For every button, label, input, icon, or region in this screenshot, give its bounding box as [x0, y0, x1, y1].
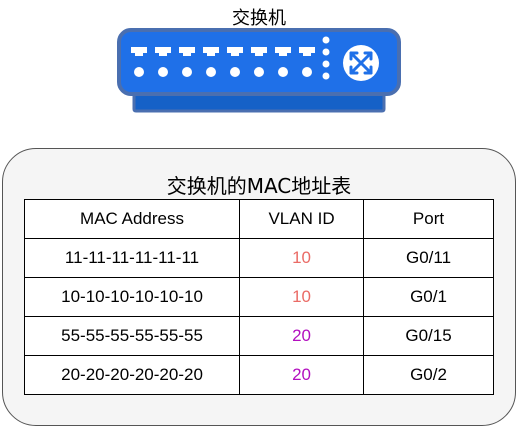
port-cell: G0/1 [363, 277, 494, 317]
switch-led-icon [158, 67, 168, 77]
switch-status-dot [322, 60, 330, 68]
mac-address-cell: 55-55-55-55-55-55 [23, 316, 241, 356]
switch-led-icon [230, 67, 240, 77]
port-cell: G0/15 [363, 316, 494, 356]
mac-address-cell: 11-11-11-11-11-11 [23, 238, 241, 278]
table-row: 10-10-10-10-10-10 10 G0/1 [23, 277, 494, 317]
mac-address-cell: 10-10-10-10-10-10 [23, 277, 241, 317]
switch-led-icon [134, 67, 144, 77]
switch-led-icon [254, 67, 264, 77]
switch-status-dot [322, 48, 330, 56]
header-mac-address: MAC Address [23, 199, 241, 239]
mac-address-table: MAC Address VLAN ID Port 11-11-11-11-11-… [23, 199, 494, 395]
vlan-id-cell: 20 [239, 316, 365, 356]
vlan-id-cell: 20 [239, 355, 365, 395]
port-cell: G0/2 [363, 355, 494, 395]
vlan-id-cell: 10 [239, 277, 365, 317]
port-cell: G0/11 [363, 238, 494, 278]
header-port: Port [363, 199, 494, 239]
table-header-row: MAC Address VLAN ID Port [23, 199, 494, 239]
table-row: 55-55-55-55-55-55 20 G0/15 [23, 316, 494, 356]
mac-address-cell: 20-20-20-20-20-20 [23, 355, 241, 395]
switch-led-icon [182, 67, 192, 77]
header-vlan-id: VLAN ID [239, 199, 365, 239]
mac-table-title: 交换机的MAC地址表 [166, 174, 352, 198]
switch-led-icon [302, 67, 312, 77]
switch-led-icon [206, 67, 216, 77]
table-row: 11-11-11-11-11-11 10 G0/11 [23, 238, 494, 278]
switch-led-icon [278, 67, 288, 77]
switch-status-dot [322, 36, 330, 44]
network-switch-icon [117, 28, 401, 113]
switch-status-dot [322, 72, 330, 80]
vlan-id-cell: 10 [239, 238, 365, 278]
table-row: 20-20-20-20-20-20 20 G0/2 [23, 355, 494, 395]
